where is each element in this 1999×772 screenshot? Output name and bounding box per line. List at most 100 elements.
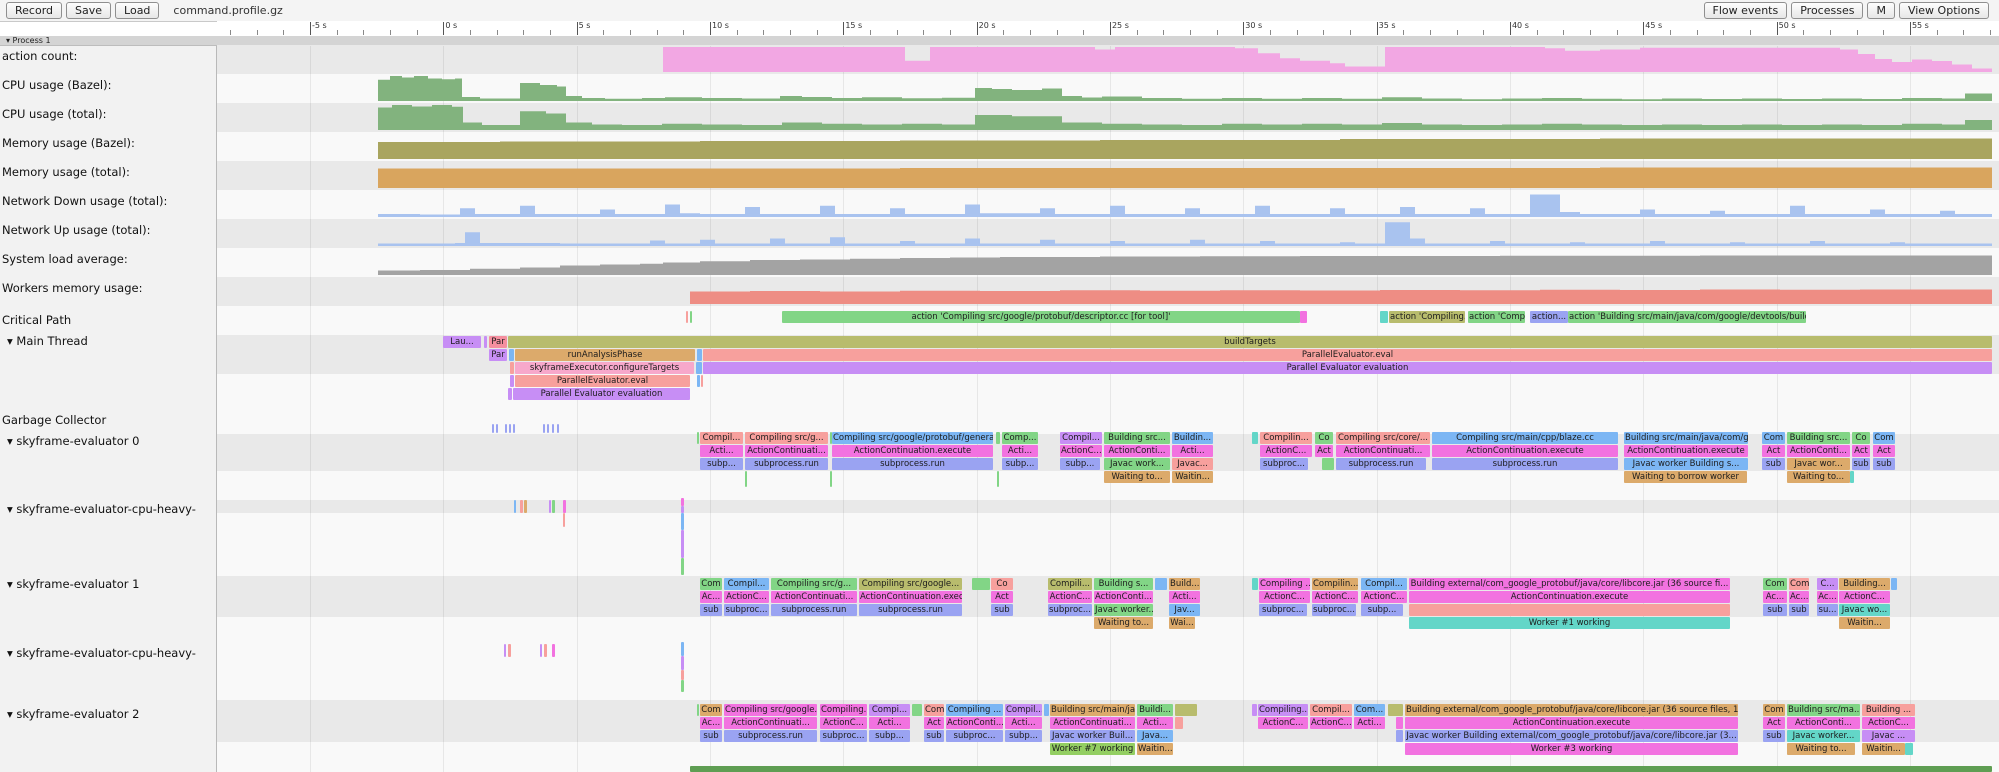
trace-block[interactable]: Buildi... [1137, 704, 1173, 716]
trace-block[interactable]: Acti... [1172, 445, 1213, 457]
trace-block[interactable] [520, 500, 523, 513]
trace-block[interactable] [492, 424, 494, 433]
trace-block[interactable] [1409, 604, 1730, 616]
trace-block[interactable] [514, 500, 516, 513]
trace-block[interactable]: Java... [1137, 730, 1173, 742]
trace-block[interactable]: Worker #3 working [1405, 743, 1738, 755]
trace-block[interactable] [681, 513, 684, 530]
trace-block[interactable]: ActionConti... [946, 717, 1003, 729]
load-button[interactable]: Load [115, 2, 159, 19]
trace-block[interactable]: Waiting to... [1094, 617, 1153, 629]
trace-block[interactable] [508, 644, 511, 657]
trace-block[interactable]: Building src... [1104, 432, 1170, 444]
trace-block[interactable]: Compil... [1310, 704, 1352, 716]
trace-block[interactable]: Act [1762, 445, 1785, 457]
trace-block[interactable]: Worker #7 working [1050, 743, 1135, 755]
trace-block[interactable]: ActionC... [1060, 445, 1102, 457]
trace-block[interactable] [1155, 578, 1167, 590]
trace-block[interactable]: Act [1763, 717, 1785, 729]
trace-block[interactable] [681, 656, 684, 670]
trace-block[interactable]: subprocess.run [859, 604, 962, 616]
time-ruler[interactable]: -5 s0 s5 s10 s15 s20 s25 s30 s35 s40 s45… [217, 21, 1999, 37]
trace-block[interactable]: Com [1762, 432, 1785, 444]
trace-block[interactable] [701, 375, 703, 387]
trace-block[interactable]: Par [489, 336, 507, 348]
trace-block[interactable]: ActionContinuation.execute [1624, 445, 1748, 457]
trace-block[interactable]: subproc... [1312, 604, 1356, 616]
trace-block[interactable]: subprocess.run [724, 730, 817, 742]
trace-block[interactable]: Compiling... [820, 704, 867, 716]
trace-block[interactable] [997, 471, 999, 487]
trace-block[interactable] [1252, 704, 1257, 716]
trace-block[interactable]: ActionC... [1259, 591, 1310, 603]
trace-block[interactable]: Com [1789, 578, 1809, 590]
trace-block[interactable]: action 'Compiling src/google/protobuf/de… [782, 311, 1300, 323]
trace-block[interactable]: Ac... [1817, 591, 1838, 603]
counter-chart-memory-bazel[interactable] [217, 132, 1999, 161]
trace-block[interactable]: ActionC... [820, 717, 867, 729]
track-header-skyframe-evaluator-0[interactable]: ▾ skyframe-evaluator 0 [7, 434, 139, 448]
trace-block[interactable]: Waiting to... [1787, 743, 1855, 755]
trace-block[interactable]: Compiling src/core/... [1336, 432, 1430, 444]
trace-block[interactable]: Act [1873, 445, 1895, 457]
trace-block[interactable]: Ac... [700, 591, 722, 603]
trace-block[interactable]: Compilin... [1312, 578, 1358, 590]
trace-block[interactable]: subp... [1361, 604, 1403, 616]
trace-block[interactable]: Javac ... [1862, 730, 1915, 742]
timeline-stage[interactable]: action 'Compiling src/google/protobuf/de… [0, 46, 1999, 772]
trace-block[interactable]: ActionConti... [1787, 445, 1850, 457]
trace-block[interactable]: ActionConti... [1104, 445, 1170, 457]
trace-block[interactable] [496, 424, 498, 433]
trace-block[interactable]: Building src/main/java/com/go... [1624, 432, 1748, 444]
trace-block[interactable]: ActionC... [1258, 717, 1308, 729]
trace-block[interactable] [509, 349, 514, 361]
trace-block[interactable]: runAnalysisPhase [515, 349, 695, 361]
trace-block[interactable]: subprocess.run [832, 458, 993, 470]
trace-block[interactable]: Worker #1 working [1409, 617, 1730, 629]
trace-block[interactable] [563, 500, 566, 513]
trace-block[interactable]: sub [924, 730, 944, 742]
trace-block[interactable] [1175, 704, 1197, 716]
trace-block[interactable]: Compilin... [1260, 432, 1312, 444]
trace-block[interactable]: ActionConti... [1787, 717, 1860, 729]
trace-block[interactable] [524, 500, 527, 513]
trace-block[interactable]: Acti... [1005, 717, 1042, 729]
trace-block[interactable]: Compiling ... [946, 704, 1003, 716]
trace-block[interactable]: su... [1817, 604, 1838, 616]
trace-block[interactable]: subproc... [724, 604, 769, 616]
trace-block[interactable] [681, 498, 684, 506]
counter-chart-system-load[interactable] [217, 248, 1999, 277]
trace-block[interactable]: Compili... [1048, 578, 1092, 590]
trace-block[interactable]: Compiling src/google/protobuf/generat... [832, 432, 993, 444]
trace-block[interactable]: Jav... [1169, 604, 1200, 616]
trace-block[interactable]: ActionContinuation.execute [1409, 591, 1730, 603]
trace-block[interactable] [543, 424, 545, 433]
trace-block[interactable]: subproc... [1048, 604, 1092, 616]
counter-chart-cpu-total[interactable] [217, 103, 1999, 132]
trace-block[interactable]: Acti... [1169, 591, 1200, 603]
trace-block[interactable] [1396, 717, 1403, 729]
trace-block[interactable] [549, 500, 551, 513]
trace-block[interactable] [681, 642, 684, 656]
trace-block[interactable]: sub [1763, 730, 1785, 742]
trace-block[interactable]: ActionC... [1839, 591, 1890, 603]
trace-block[interactable]: skyframeExecutor.configureTargets [515, 362, 694, 374]
trace-block[interactable]: Com [1873, 432, 1895, 444]
trace-block[interactable] [830, 471, 832, 487]
save-button[interactable]: Save [66, 2, 111, 19]
trace-block[interactable] [563, 513, 565, 527]
trace-block[interactable]: ParallelEvaluator.eval [703, 349, 1992, 361]
trace-block[interactable]: ActionC... [1312, 591, 1358, 603]
trace-block[interactable]: ActionContinuati... [771, 591, 857, 603]
trace-block[interactable]: Compiling src/main/cpp/blaze.cc [1432, 432, 1618, 444]
trace-block[interactable]: sub [1762, 458, 1785, 470]
trace-block[interactable]: subproc... [1259, 604, 1307, 616]
trace-block[interactable]: Compil... [700, 432, 743, 444]
record-button[interactable]: Record [6, 2, 62, 19]
trace-block[interactable]: Waitin... [1839, 617, 1890, 629]
trace-block[interactable] [509, 424, 511, 433]
trace-block[interactable]: Javac wo... [1839, 604, 1890, 616]
trace-block[interactable] [1388, 704, 1403, 716]
track-header-skyframe-evaluator-cpu-heavy[interactable]: ▾ skyframe-evaluator-cpu-heavy- [7, 646, 196, 660]
trace-block[interactable]: Ac... [1763, 591, 1787, 603]
